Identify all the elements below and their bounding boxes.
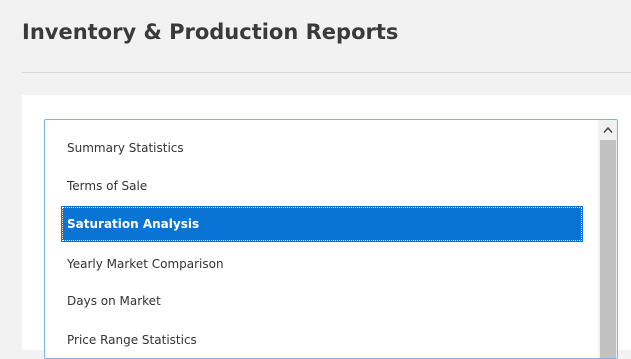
chevron-up-icon <box>603 126 613 133</box>
list-item-saturation-analysis[interactable]: Saturation Analysis <box>61 206 583 242</box>
scroll-up-button[interactable] <box>598 120 617 140</box>
list-item-summary-statistics[interactable]: Summary Statistics <box>61 130 583 166</box>
report-listbox[interactable]: Summary Statistics Terms of Sale Saturat… <box>44 119 618 359</box>
page-title: Inventory & Production Reports <box>22 20 399 44</box>
list-item-yearly-market-comparison[interactable]: Yearly Market Comparison <box>61 246 583 282</box>
scroll-thumb[interactable] <box>600 140 616 358</box>
list-item-days-on-market[interactable]: Days on Market <box>61 283 583 319</box>
listbox-scrollbar[interactable] <box>598 120 617 358</box>
list-item-price-range-statistics[interactable]: Price Range Statistics <box>61 322 583 358</box>
title-divider <box>22 72 631 73</box>
list-item-terms-of-sale[interactable]: Terms of Sale <box>61 168 583 204</box>
